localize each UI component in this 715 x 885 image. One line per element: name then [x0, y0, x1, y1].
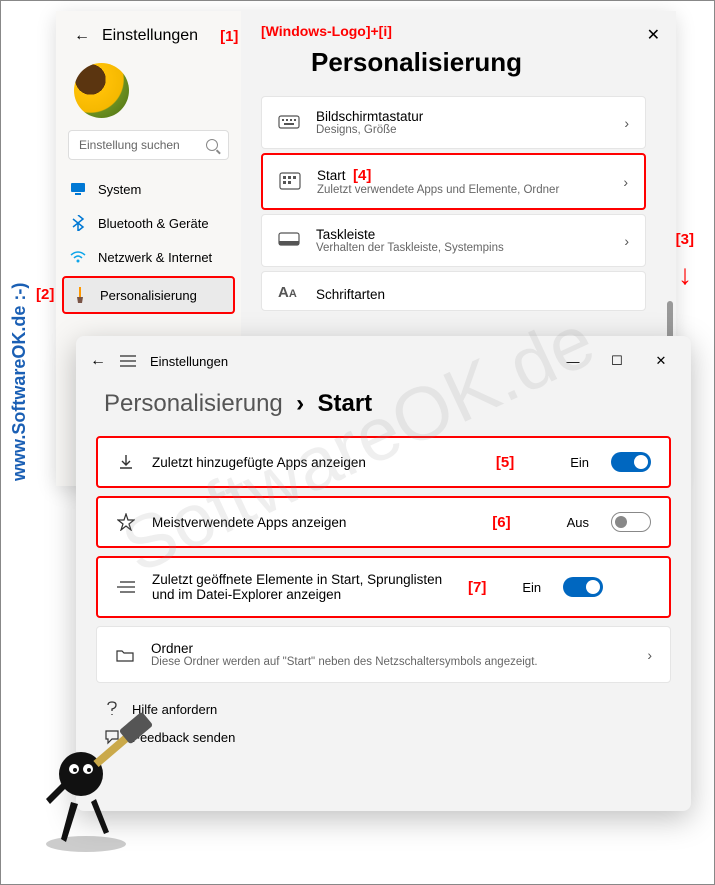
row-recent-apps: Zuletzt hinzugefügte Apps anzeigen [5] E…	[96, 436, 671, 488]
row-ordner[interactable]: Ordner Diese Ordner werden auf "Start" n…	[96, 626, 671, 683]
fonts-icon: AA	[278, 284, 300, 304]
card-sub: Zuletzt verwendete Apps und Elemente, Or…	[317, 184, 607, 196]
card-title: Bildschirmtastatur	[316, 109, 608, 124]
chevron-right-icon: ›	[623, 174, 628, 190]
taskbar-icon	[278, 231, 300, 251]
chevron-right-icon: ›	[647, 647, 652, 663]
close-button[interactable]: ✕	[647, 25, 660, 45]
row-title: Ordner	[151, 641, 631, 656]
footer-links: Hilfe anfordern Feedback senden	[76, 683, 691, 763]
maximize-button[interactable]: ☐	[595, 346, 639, 376]
mascot-icon	[36, 704, 156, 854]
feedback-link[interactable]: Feedback senden	[104, 729, 663, 745]
callout-1: [1]	[220, 28, 238, 45]
nav-label: Personalisierung	[100, 288, 197, 303]
star-icon	[116, 512, 136, 532]
search-placeholder: Einstellung suchen	[79, 138, 180, 152]
page-title: Personalisierung	[311, 47, 660, 78]
card-bildschirmtastatur[interactable]: BildschirmtastaturDesigns, Größe ›	[261, 96, 646, 149]
toggle-state: Ein	[570, 455, 589, 470]
bluetooth-icon	[70, 215, 86, 231]
card-schriftarten[interactable]: AA Schriftarten	[261, 271, 646, 311]
chevron-right-icon: ›	[624, 233, 629, 249]
breadcrumb: Personalisierung › Start	[76, 384, 691, 436]
card-start[interactable]: Start [4] Zuletzt verwendete Apps und El…	[261, 153, 646, 210]
nav-bluetooth[interactable]: Bluetooth & Geräte	[56, 206, 241, 240]
nav-network[interactable]: Netzwerk & Internet	[56, 240, 241, 274]
toggle-state: Aus	[567, 515, 589, 530]
card-taskleiste[interactable]: TaskleisteVerhalten der Taskleiste, Syst…	[261, 214, 646, 267]
card-title: Start	[317, 168, 346, 183]
card-title: Taskleiste	[316, 227, 608, 242]
callout-4: [4]	[353, 167, 371, 184]
callout-2: [2]	[36, 286, 54, 303]
card-title: Schriftarten	[316, 287, 629, 302]
callout-5: [5]	[496, 454, 514, 471]
wifi-icon	[70, 249, 86, 265]
minimize-button[interactable]: —	[551, 346, 595, 376]
toggle-state: Ein	[522, 580, 541, 595]
breadcrumb-current: Start	[317, 390, 372, 417]
start-icon	[279, 172, 301, 192]
help-link[interactable]: Hilfe anfordern	[104, 701, 663, 717]
card-list: BildschirmtastaturDesigns, Größe › Start…	[261, 96, 646, 311]
nav-personalization[interactable]: Personalisierung	[62, 276, 235, 314]
download-icon	[116, 452, 136, 472]
breadcrumb-parent[interactable]: Personalisierung	[104, 390, 283, 417]
row-label: Zuletzt geöffnete Elemente in Start, Spr…	[152, 572, 452, 602]
card-sub: Designs, Größe	[316, 124, 608, 136]
toggle-recent-items[interactable]	[563, 577, 603, 597]
user-avatar[interactable]	[74, 63, 129, 118]
callout-6: [6]	[492, 514, 510, 531]
app-title: Einstellungen	[102, 27, 198, 45]
monitor-icon	[70, 181, 86, 197]
row-label: Meistverwendete Apps anzeigen	[152, 515, 476, 530]
callout-3: [3]	[676, 231, 694, 248]
keyboard-icon	[278, 113, 300, 133]
hotkey-hint: [Windows-Logo]+[i]	[261, 23, 392, 39]
titlebar: ← Einstellungen — ☐ ✕	[76, 336, 691, 384]
list-icon	[116, 577, 136, 597]
toggle-most-used[interactable]	[611, 512, 651, 532]
app-title: Einstellungen	[150, 354, 228, 369]
settings-window-start: ← Einstellungen — ☐ ✕ Personalisierung ›…	[76, 336, 691, 811]
watermark-url: www.SoftwareOK.de :-)	[9, 283, 30, 481]
row-label: Zuletzt hinzugefügte Apps anzeigen	[152, 455, 480, 470]
brush-icon	[72, 287, 88, 303]
arrow-down-icon: ↓	[678, 259, 692, 291]
back-button[interactable]: ←	[74, 27, 90, 45]
close-button[interactable]: ✕	[639, 346, 683, 376]
folder-icon	[115, 645, 135, 665]
callout-7: [7]	[468, 579, 486, 596]
toggle-recent-apps[interactable]	[611, 452, 651, 472]
search-icon	[206, 139, 218, 151]
chevron-right-icon: ›	[624, 115, 629, 131]
row-sub: Diese Ordner werden auf "Start" neben de…	[151, 656, 631, 668]
nav-system[interactable]: System	[56, 172, 241, 206]
nav-list: System Bluetooth & Geräte Netzwerk & Int…	[56, 172, 241, 314]
row-most-used: Meistverwendete Apps anzeigen [6] Aus	[96, 496, 671, 548]
card-sub: Verhalten der Taskleiste, Systempins	[316, 242, 608, 254]
settings-list: Zuletzt hinzugefügte Apps anzeigen [5] E…	[76, 436, 691, 683]
nav-label: Netzwerk & Internet	[98, 250, 212, 265]
search-input[interactable]: Einstellung suchen	[68, 130, 229, 160]
menu-icon[interactable]	[120, 355, 136, 367]
nav-label: System	[98, 182, 141, 197]
back-button[interactable]: ←	[90, 352, 106, 370]
nav-label: Bluetooth & Geräte	[98, 216, 209, 231]
row-recent-items: Zuletzt geöffnete Elemente in Start, Spr…	[96, 556, 671, 618]
breadcrumb-sep: ›	[296, 390, 304, 417]
